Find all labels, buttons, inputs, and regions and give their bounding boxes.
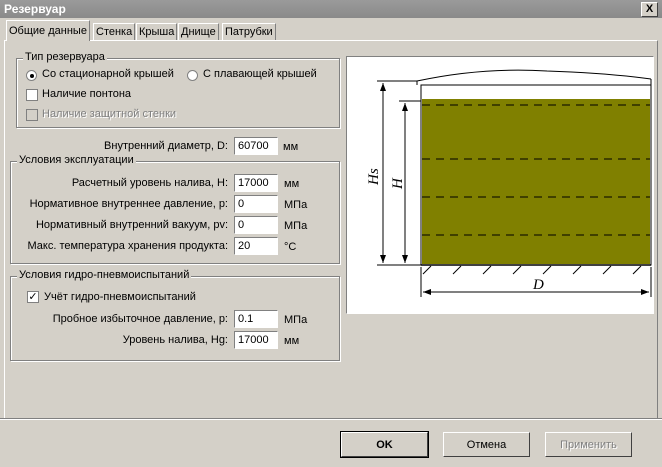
fill-level-unit: мм	[284, 178, 300, 190]
internal-pressure-unit: МПа	[284, 199, 308, 211]
tab-wall[interactable]: Стенка	[93, 23, 136, 41]
tank-diagram: D Hs H	[346, 56, 654, 314]
pontoon-label: Наличие понтона	[42, 88, 132, 100]
temperature-input[interactable]: 20	[234, 237, 278, 255]
hydro-test-label: Учёт гидро-пневмоиспытаний	[44, 291, 196, 303]
label-d: D	[532, 277, 544, 293]
diameter-label: Внутренний диаметр, D:	[104, 140, 228, 152]
floating-roof-radio[interactable]	[187, 70, 198, 81]
footer-separator	[0, 418, 662, 420]
hydro-test-group: Условия гидро-пневмоиспытаний ✓ Учёт гид…	[10, 269, 340, 361]
fill-level-input[interactable]: 17000	[234, 174, 278, 192]
hydro-test-legend: Условия гидро-пневмоиспытаний	[17, 269, 192, 281]
fixed-roof-label: Со стационарной крышей	[42, 68, 174, 80]
temperature-unit: °С	[284, 241, 297, 253]
vacuum-input[interactable]: 0	[234, 216, 278, 234]
fixed-roof-radio[interactable]	[26, 70, 37, 81]
vacuum-unit: МПа	[284, 220, 308, 232]
roof-curve	[416, 69, 652, 82]
test-level-unit: мм	[284, 335, 300, 347]
operation-group: Условия эксплуатации Расчетный уровень н…	[10, 154, 340, 264]
ground-hatching	[422, 265, 642, 275]
apply-button[interactable]: Применить	[545, 432, 632, 457]
test-level-label: Уровень налива, Hg:	[122, 334, 228, 346]
fill-level-label: Расчетный уровень налива, H:	[71, 177, 228, 189]
tank-diagram-svg: D Hs H	[366, 69, 652, 297]
cancel-button[interactable]: Отмена	[443, 432, 530, 457]
tab-general[interactable]: Общие данные	[6, 20, 90, 41]
pontoon-checkbox[interactable]	[26, 89, 38, 101]
label-h: H	[390, 177, 406, 190]
test-pressure-input[interactable]: 0.1	[234, 310, 278, 328]
window-title: Резервуар	[4, 2, 66, 16]
temperature-label: Макс. температура хранения продукта:	[27, 240, 229, 252]
ok-button[interactable]: OK	[340, 431, 429, 458]
test-pressure-label: Пробное избыточное давление, p:	[52, 313, 228, 325]
protective-wall-checkbox[interactable]	[26, 109, 38, 121]
diameter-input[interactable]: 60700	[234, 137, 278, 155]
tank-type-legend: Тип резервуара	[23, 51, 107, 63]
tab-roof[interactable]: Крыша	[136, 23, 178, 41]
diameter-unit: мм	[283, 141, 299, 153]
internal-pressure-input[interactable]: 0	[234, 195, 278, 213]
tab-bottom[interactable]: Днище	[178, 23, 219, 41]
hydro-test-checkbox[interactable]: ✓	[27, 291, 39, 303]
test-pressure-unit: МПа	[284, 314, 308, 326]
operation-legend: Условия эксплуатации	[17, 154, 136, 166]
protective-wall-label: Наличие защитной стенки	[42, 108, 177, 120]
label-hs: Hs	[366, 168, 382, 186]
floating-roof-label: С плавающей крышей	[203, 68, 317, 80]
close-button[interactable]: X	[641, 2, 658, 17]
test-level-input[interactable]: 17000	[234, 331, 278, 349]
tank-type-group: Тип резервуара Со стационарной крышей С …	[16, 51, 340, 128]
liquid-fill	[422, 99, 650, 264]
tab-nozzles[interactable]: Патрубки	[222, 23, 276, 41]
vacuum-label: Нормативный внутренний вакуум, pv:	[35, 219, 228, 231]
title-bar: Резервуар X	[0, 0, 662, 18]
internal-pressure-label: Нормативное внутреннее давление, p:	[29, 198, 228, 210]
